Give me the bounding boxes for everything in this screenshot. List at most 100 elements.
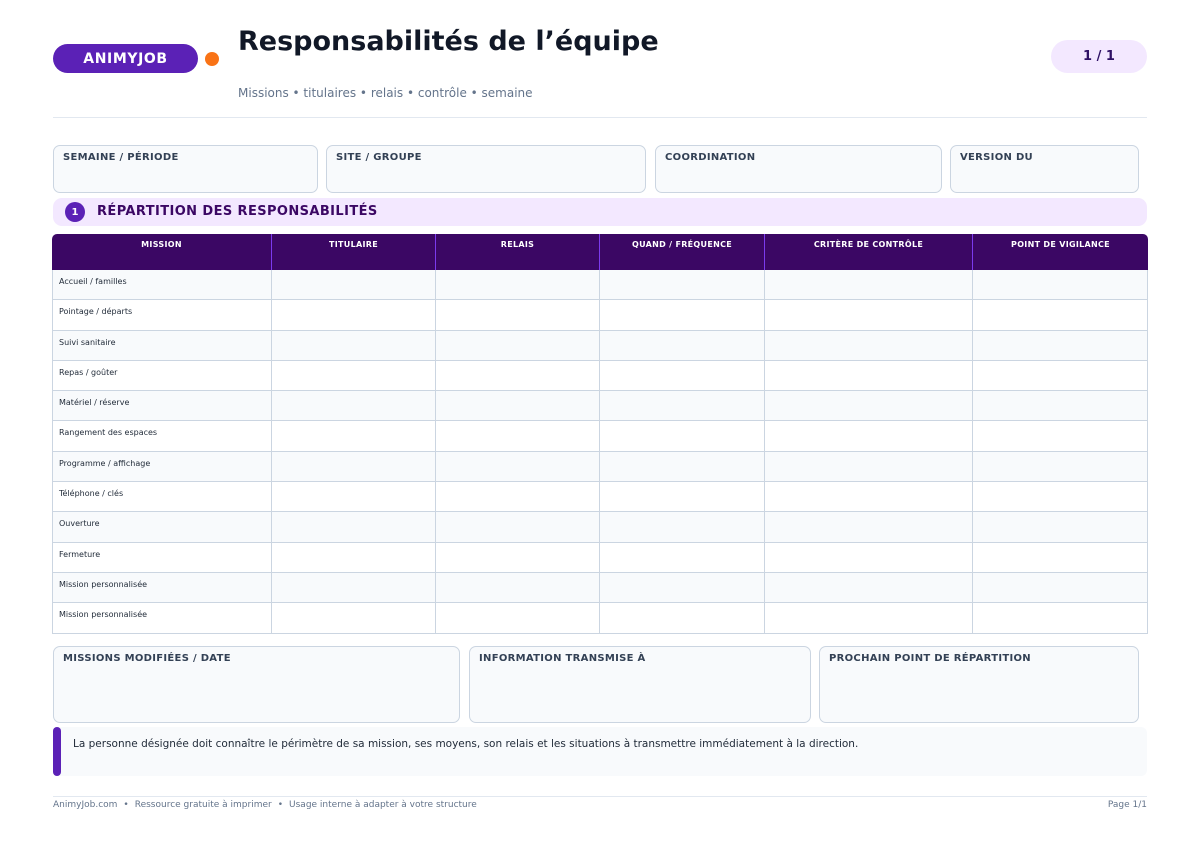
next-review-field[interactable]: PROCHAIN POINT DE RÉPARTITION xyxy=(819,646,1139,723)
vigilance-cell[interactable] xyxy=(972,603,1148,634)
frequence-cell[interactable] xyxy=(599,300,764,331)
vigilance-cell[interactable] xyxy=(972,572,1148,604)
week-period-field[interactable]: SEMAINE / PÉRIODE xyxy=(53,145,318,193)
vigilance-cell[interactable] xyxy=(972,330,1148,361)
controle-cell[interactable] xyxy=(764,572,972,604)
mission-cell: Matériel / réserve xyxy=(52,391,271,422)
column-header-relais: RELAIS xyxy=(435,234,599,270)
frequence-cell[interactable] xyxy=(599,330,764,361)
footer-info: AnimyJob.com • Ressource gratuite à imprim… xyxy=(53,800,477,810)
vigilance-cell[interactable] xyxy=(972,542,1148,573)
column-header-frequence: QUAND / FRÉQUENCE xyxy=(599,234,764,270)
controle-cell[interactable] xyxy=(764,482,972,513)
frequence-cell[interactable] xyxy=(599,360,764,392)
vigilance-cell[interactable] xyxy=(972,421,1148,452)
relais-cell[interactable] xyxy=(435,542,599,573)
frequence-cell[interactable] xyxy=(599,421,764,452)
vigilance-cell[interactable] xyxy=(972,391,1148,422)
section-header: 1 RÉPARTITION DES RESPONSABILITÉS xyxy=(53,198,1147,226)
relais-cell[interactable] xyxy=(435,330,599,361)
table-row: Matériel / réserve xyxy=(52,391,1148,422)
brand-dot-icon xyxy=(205,52,219,66)
frequence-cell[interactable] xyxy=(599,270,764,301)
relais-cell[interactable] xyxy=(435,512,599,543)
page-subtitle: Missions • titulaires • relais • contrôl… xyxy=(238,86,533,100)
titulaire-cell[interactable] xyxy=(271,421,435,452)
controle-cell[interactable] xyxy=(764,451,972,483)
version-field[interactable]: VERSION DU xyxy=(950,145,1139,193)
page-title: Responsabilités de l’équipe xyxy=(238,26,659,57)
controle-cell[interactable] xyxy=(764,421,972,452)
relais-cell[interactable] xyxy=(435,603,599,634)
frequence-cell[interactable] xyxy=(599,542,764,573)
relais-cell[interactable] xyxy=(435,270,599,301)
relais-cell[interactable] xyxy=(435,360,599,392)
titulaire-cell[interactable] xyxy=(271,512,435,543)
site-group-field[interactable]: SITE / GROUPE xyxy=(326,145,646,193)
relais-cell[interactable] xyxy=(435,300,599,331)
frequence-cell[interactable] xyxy=(599,603,764,634)
week-period-label: SEMAINE / PÉRIODE xyxy=(63,152,179,163)
frequence-cell[interactable] xyxy=(599,512,764,543)
version-label: VERSION DU xyxy=(960,152,1033,163)
controle-cell[interactable] xyxy=(764,512,972,543)
information-transmitted-field[interactable]: INFORMATION TRANSMISE À xyxy=(469,646,811,723)
column-header-vigilance: POINT DE VIGILANCE xyxy=(972,234,1148,270)
vigilance-cell[interactable] xyxy=(972,270,1148,301)
column-header-controle: CRITÈRE DE CONTRÔLE xyxy=(764,234,972,270)
titulaire-cell[interactable] xyxy=(271,603,435,634)
vigilance-cell[interactable] xyxy=(972,482,1148,513)
mission-cell: Suivi sanitaire xyxy=(52,330,271,361)
frequence-cell[interactable] xyxy=(599,451,764,483)
titulaire-cell[interactable] xyxy=(271,270,435,301)
mission-cell: Mission personnalisée xyxy=(52,572,271,604)
next-review-label: PROCHAIN POINT DE RÉPARTITION xyxy=(829,653,1031,664)
vigilance-cell[interactable] xyxy=(972,300,1148,331)
titulaire-cell[interactable] xyxy=(271,391,435,422)
table-row: Téléphone / clés xyxy=(52,482,1148,513)
controle-cell[interactable] xyxy=(764,300,972,331)
titulaire-cell[interactable] xyxy=(271,482,435,513)
column-header-mission: MISSION xyxy=(52,234,271,270)
table-row: Pointage / départs xyxy=(52,300,1148,331)
controle-cell[interactable] xyxy=(764,360,972,392)
titulaire-cell[interactable] xyxy=(271,542,435,573)
vigilance-cell[interactable] xyxy=(972,360,1148,392)
relais-cell[interactable] xyxy=(435,482,599,513)
controle-cell[interactable] xyxy=(764,391,972,422)
titulaire-cell[interactable] xyxy=(271,300,435,331)
mission-cell: Rangement des espaces xyxy=(52,421,271,452)
footer-page-number: Page 1/1 xyxy=(1107,800,1147,810)
titulaire-cell[interactable] xyxy=(271,360,435,392)
mission-cell: Repas / goûter xyxy=(52,360,271,392)
coordination-field[interactable]: COORDINATION xyxy=(655,145,942,193)
page-indicator: 1 / 1 xyxy=(1051,40,1147,73)
mission-cell: Mission personnalisée xyxy=(52,603,271,634)
mission-cell: Ouverture xyxy=(52,512,271,543)
column-header-titulaire: TITULAIRE xyxy=(271,234,435,270)
relais-cell[interactable] xyxy=(435,391,599,422)
note-text: La personne désignée doit connaître le p… xyxy=(73,738,859,750)
table-row: Ouverture xyxy=(52,512,1148,543)
titulaire-cell[interactable] xyxy=(271,572,435,604)
controle-cell[interactable] xyxy=(764,270,972,301)
mission-cell: Programme / affichage xyxy=(52,451,271,483)
relais-cell[interactable] xyxy=(435,421,599,452)
frequence-cell[interactable] xyxy=(599,391,764,422)
vigilance-cell[interactable] xyxy=(972,512,1148,543)
controle-cell[interactable] xyxy=(764,330,972,361)
relais-cell[interactable] xyxy=(435,572,599,604)
footer-divider xyxy=(53,796,1147,797)
titulaire-cell[interactable] xyxy=(271,451,435,483)
titulaire-cell[interactable] xyxy=(271,330,435,361)
controle-cell[interactable] xyxy=(764,603,972,634)
table-row: Accueil / familles xyxy=(52,270,1148,301)
frequence-cell[interactable] xyxy=(599,482,764,513)
footer-site-link[interactable]: AnimyJob.com xyxy=(53,800,117,810)
modified-missions-field[interactable]: MISSIONS MODIFIÉES / DATE xyxy=(53,646,460,723)
frequence-cell[interactable] xyxy=(599,572,764,604)
table-row: Programme / affichage xyxy=(52,451,1148,483)
relais-cell[interactable] xyxy=(435,451,599,483)
controle-cell[interactable] xyxy=(764,542,972,573)
vigilance-cell[interactable] xyxy=(972,451,1148,483)
